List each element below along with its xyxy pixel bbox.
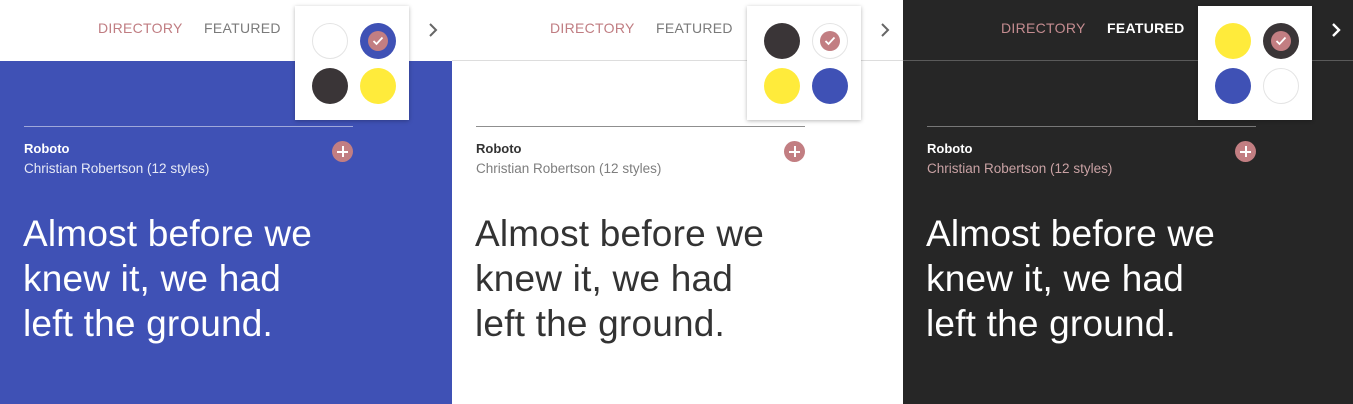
sample-text: Almost before we knew it, we had left th… — [23, 211, 443, 346]
swatch-yellow[interactable] — [360, 68, 396, 104]
sample-text: Almost before we knew it, we had left th… — [926, 211, 1346, 346]
checkmark-icon — [1271, 31, 1291, 51]
font-family-name: Roboto — [24, 141, 70, 156]
sample-line: Almost before we — [23, 213, 313, 254]
swatch-white-selected[interactable] — [812, 23, 848, 59]
color-picker-popup — [747, 6, 861, 120]
nav-featured-tab[interactable]: FEATURED — [204, 20, 281, 36]
sample-line: knew it, we had — [926, 258, 1185, 299]
chevron-right-icon[interactable] — [1329, 20, 1343, 40]
font-author: Christian Robertson (12 styles) — [24, 161, 210, 176]
preview-panel-dark: DIRECTORY FEATURED Roboto Christian Robe… — [903, 0, 1353, 404]
card-divider — [476, 126, 805, 127]
swatch-dark[interactable] — [764, 23, 800, 59]
chevron-right-icon[interactable] — [426, 20, 440, 40]
checkmark-icon — [368, 31, 388, 51]
swatch-dark[interactable] — [312, 68, 348, 104]
preview-panel-white: DIRECTORY FEATURED Roboto Christian Robe… — [452, 0, 903, 404]
nav-directory-tab[interactable]: DIRECTORY — [1001, 20, 1086, 36]
swatch-white[interactable] — [312, 23, 348, 59]
chevron-right-icon[interactable] — [878, 20, 892, 40]
font-family-name: Roboto — [476, 141, 522, 156]
sample-line: Almost before we — [926, 213, 1216, 254]
swatch-yellow[interactable] — [1215, 23, 1251, 59]
swatch-dark-selected[interactable] — [1263, 23, 1299, 59]
swatch-white[interactable] — [1263, 68, 1299, 104]
sample-line: left the ground. — [926, 303, 1177, 344]
sample-line: Almost before we — [475, 213, 765, 254]
add-font-button[interactable] — [784, 141, 805, 162]
sample-line: knew it, we had — [23, 258, 282, 299]
swatch-blue[interactable] — [812, 68, 848, 104]
font-author: Christian Robertson (12 styles) — [476, 161, 662, 176]
sample-text: Almost before we knew it, we had left th… — [475, 211, 895, 346]
nav-directory-tab[interactable]: DIRECTORY — [550, 20, 635, 36]
checkmark-icon — [820, 31, 840, 51]
font-author: Christian Robertson (12 styles) — [927, 161, 1113, 176]
sample-line: left the ground. — [23, 303, 274, 344]
nav-directory-tab[interactable]: DIRECTORY — [98, 20, 183, 36]
nav-featured-tab[interactable]: FEATURED — [1107, 20, 1185, 36]
add-font-button[interactable] — [332, 141, 353, 162]
add-font-button[interactable] — [1235, 141, 1256, 162]
color-picker-popup — [295, 6, 409, 120]
color-picker-popup — [1198, 6, 1312, 120]
card-divider — [24, 126, 353, 127]
swatch-blue-selected[interactable] — [360, 23, 396, 59]
sample-line: knew it, we had — [475, 258, 734, 299]
swatch-blue[interactable] — [1215, 68, 1251, 104]
card-divider — [927, 126, 1256, 127]
font-family-name: Roboto — [927, 141, 973, 156]
swatch-yellow[interactable] — [764, 68, 800, 104]
nav-featured-tab[interactable]: FEATURED — [656, 20, 733, 36]
preview-panel-blue: DIRECTORY FEATURED Roboto Christian Robe… — [0, 0, 452, 404]
sample-line: left the ground. — [475, 303, 726, 344]
